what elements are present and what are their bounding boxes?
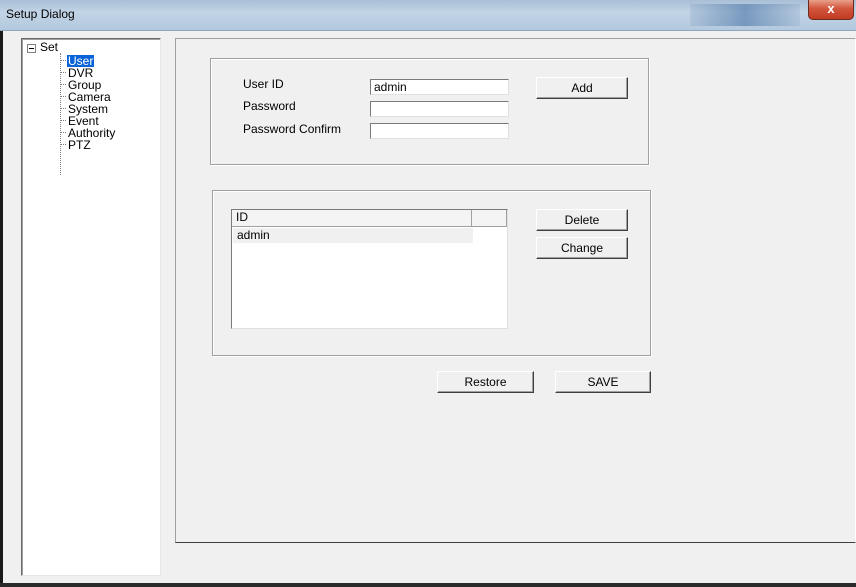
window-edge-left	[0, 31, 3, 587]
column-header-empty[interactable]	[473, 210, 507, 226]
close-icon: x	[827, 1, 835, 16]
list-item[interactable]: admin	[233, 228, 473, 243]
title-bar[interactable]: Setup Dialog x	[0, 0, 856, 31]
delete-button[interactable]: Delete	[536, 209, 628, 231]
add-button[interactable]: Add	[536, 77, 628, 99]
tree-branch	[60, 144, 66, 145]
column-header-id[interactable]: ID	[232, 210, 472, 226]
close-button[interactable]: x	[808, 0, 854, 20]
settings-tree[interactable]: Set User DVR Group Camera System Event A…	[21, 38, 161, 576]
window-title: Setup Dialog	[6, 7, 75, 21]
tree-branch	[60, 84, 66, 85]
password-label: Password	[243, 99, 296, 113]
password-confirm-label: Password Confirm	[243, 122, 342, 136]
collapse-tree-icon[interactable]	[27, 44, 36, 53]
title-bar-highlight	[690, 4, 800, 26]
tree-branch	[60, 108, 66, 109]
list-header: ID	[232, 210, 507, 227]
tree-branch	[60, 132, 66, 133]
tree-branch	[60, 120, 66, 121]
tree-item-ptz[interactable]: PTZ	[68, 139, 91, 151]
change-button[interactable]: Change	[536, 237, 628, 259]
tree-root-set[interactable]: Set	[40, 41, 58, 53]
tree-branch	[60, 96, 66, 97]
user-id-field[interactable]	[370, 79, 509, 95]
restore-button[interactable]: Restore	[437, 371, 534, 393]
tree-branch	[60, 60, 66, 61]
password-field[interactable]	[370, 101, 509, 117]
setup-dialog-window: Setup Dialog x Set User DVR Group Camera…	[0, 0, 856, 587]
window-edge-bottom	[0, 583, 856, 587]
user-id-label: User ID	[243, 77, 284, 91]
password-confirm-field[interactable]	[370, 123, 509, 139]
tree-branch	[60, 72, 66, 73]
user-list[interactable]: ID admin	[231, 209, 508, 329]
save-button[interactable]: SAVE	[555, 371, 651, 393]
